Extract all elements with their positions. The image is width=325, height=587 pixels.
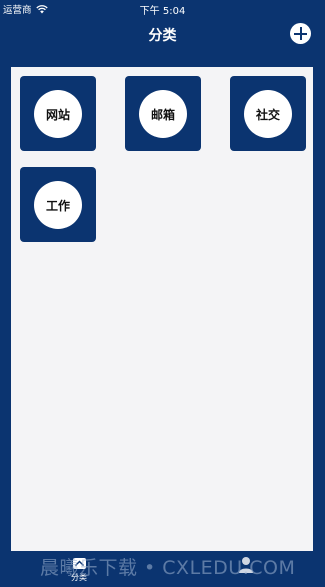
category-tile-email[interactable]: 邮箱 (125, 76, 201, 151)
category-tile-work[interactable]: 工作 (20, 167, 96, 242)
category-label: 网站 (34, 90, 82, 138)
profile-icon[interactable] (238, 556, 254, 574)
category-grid: 网站 邮箱 社交 工作 (11, 67, 313, 551)
tab-category-label: 分类 (71, 573, 87, 582)
tab-bar: 分类 (0, 551, 325, 587)
category-label: 邮箱 (139, 90, 187, 138)
add-button[interactable] (290, 23, 311, 44)
navigation-bar: 分类 (0, 16, 325, 56)
page-title: 分类 (148, 28, 177, 44)
category-tile-social[interactable]: 社交 (230, 76, 306, 151)
category-label: 工作 (34, 181, 82, 229)
category-tile-website[interactable]: 网站 (20, 76, 96, 151)
status-time: 下午 5:04 (139, 6, 186, 17)
status-bar: 运营商 下午 5:04 (0, 0, 325, 17)
category-icon (72, 558, 86, 569)
tab-category[interactable]: 分类 (65, 558, 93, 587)
category-label: 社交 (244, 90, 292, 138)
